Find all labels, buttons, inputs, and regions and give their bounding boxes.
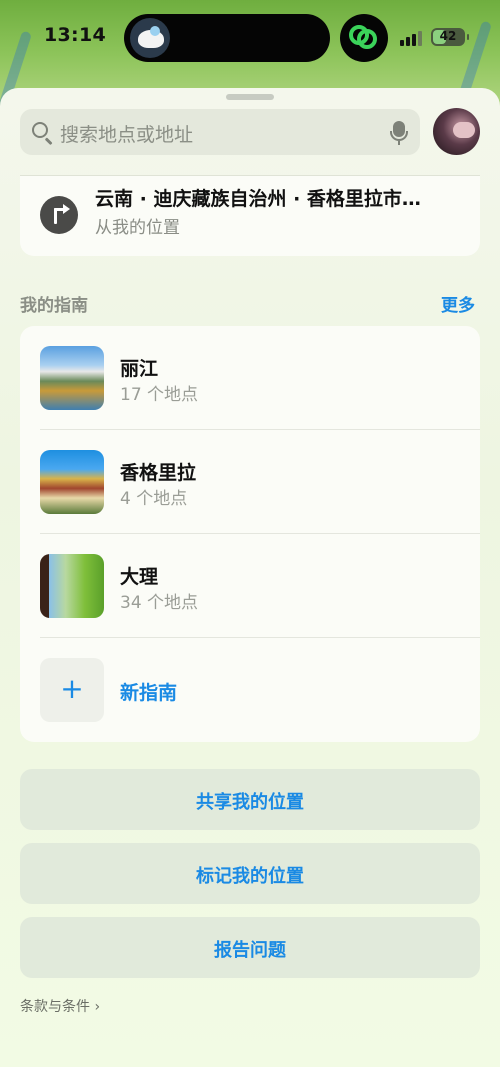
battery-percentage: 42	[439, 29, 457, 43]
guide-name: 香格里拉	[120, 462, 197, 484]
guide-thumbnail	[40, 346, 104, 410]
guide-thumbnail	[40, 450, 104, 514]
report-issue-label: 报告问题	[214, 940, 286, 961]
profile-avatar[interactable]	[433, 108, 480, 155]
search-icon	[32, 122, 48, 138]
share-location-label: 共享我的位置	[196, 792, 304, 813]
sheet-grabber[interactable]	[226, 94, 274, 100]
status-time: 13:14	[44, 24, 106, 46]
guides-section-title: 我的指南	[20, 296, 88, 316]
report-issue-button[interactable]: 报告问题	[20, 917, 480, 978]
new-guide-label: 新指南	[120, 682, 178, 704]
live-activity-avatar-icon	[130, 18, 170, 58]
plus-icon: +	[40, 658, 104, 722]
guides-more-link[interactable]: 更多	[441, 291, 475, 316]
search-bar[interactable]: 搜索地点或地址	[20, 109, 420, 155]
guide-place-count: 34 个地点	[120, 593, 199, 613]
guide-item-lijiang[interactable]: 丽江 17 个地点	[20, 326, 480, 430]
directions-destination: 云南 · 迪庆藏族自治州 · 香格里拉市…	[95, 188, 421, 210]
guide-item-dali[interactable]: 大理 34 个地点	[20, 534, 480, 638]
guide-place-count: 17 个地点	[120, 385, 199, 405]
dynamic-island[interactable]	[124, 14, 330, 62]
guide-thumbnail	[40, 554, 104, 618]
directions-card[interactable]: 云南 · 迪庆藏族自治州 · 香格里拉市… 从我的位置	[20, 176, 480, 256]
bottom-sheet: 搜索地点或地址 云南 · 迪庆藏族自治州 · 香格里拉市… 从我的位置 我的指南…	[0, 88, 500, 1067]
directions-origin: 从我的位置	[95, 218, 180, 238]
live-activity-app-icon[interactable]	[340, 14, 388, 62]
terms-link[interactable]: 条款与条件 ›	[20, 996, 100, 1016]
guide-place-count: 4 个地点	[120, 489, 188, 509]
guide-item-shangri-la[interactable]: 香格里拉 4 个地点	[20, 430, 480, 534]
guides-list: 丽江 17 个地点 香格里拉 4 个地点 大理 34 个地点 + 新指南	[20, 326, 480, 742]
new-guide-button[interactable]: + 新指南	[20, 638, 480, 742]
guide-name: 大理	[120, 566, 159, 588]
search-input[interactable]: 搜索地点或地址	[60, 120, 193, 147]
mark-location-label: 标记我的位置	[196, 866, 304, 887]
share-location-button[interactable]: 共享我的位置	[20, 769, 480, 830]
status-bar: 13:14 42	[0, 0, 500, 76]
mark-location-button[interactable]: 标记我的位置	[20, 843, 480, 904]
turn-right-arrow-icon	[40, 196, 78, 234]
cellular-signal-icon	[400, 30, 422, 46]
guide-name: 丽江	[120, 358, 159, 380]
battery-icon: 42	[431, 28, 469, 46]
